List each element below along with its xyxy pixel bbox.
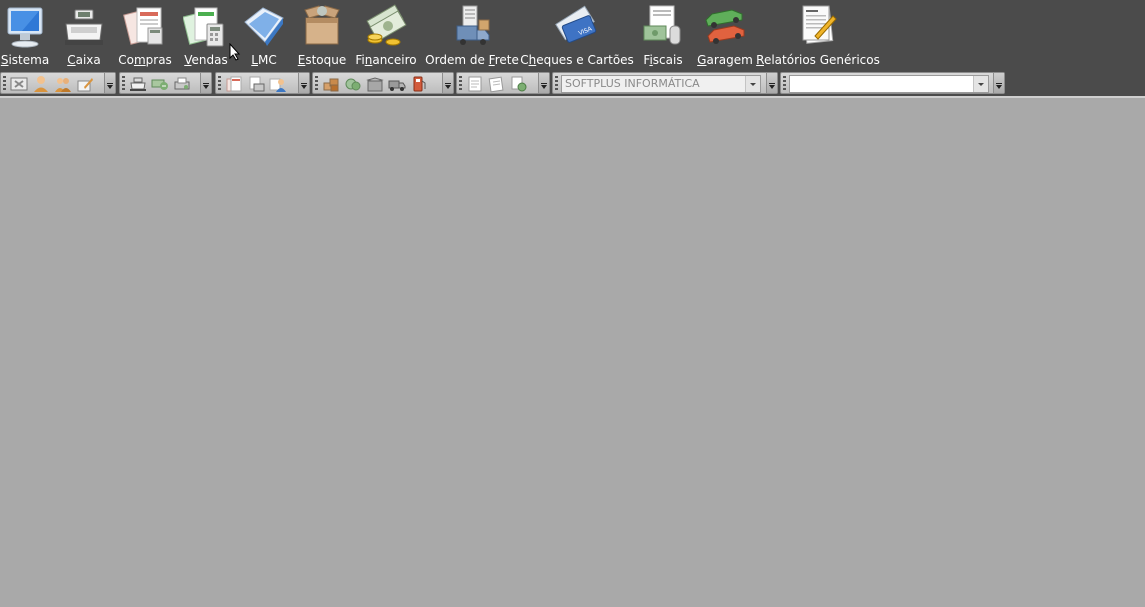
products-boxes-icon[interactable] — [322, 75, 340, 93]
fuel-pump-icon[interactable] — [410, 75, 428, 93]
menu-item-label: Financeiro — [355, 53, 417, 67]
menu-item-caixa[interactable]: Caixa — [62, 0, 106, 70]
cash-register-icon[interactable] — [129, 75, 147, 93]
toolbar-group-reports — [456, 72, 550, 94]
menu-item-label: Cheques e Cartões — [520, 53, 634, 67]
menu-item-label: Sistema — [0, 53, 50, 67]
search-select[interactable] — [789, 75, 989, 93]
company-select-value: SOFTPLUS INFORMÁTICA — [565, 77, 700, 90]
menu-item-vendas[interactable]: Vendas — [182, 0, 229, 70]
company-select[interactable]: SOFTPLUS INFORMÁTICA — [561, 75, 761, 93]
toolbar-grip[interactable] — [555, 76, 558, 92]
menu-item-label: Vendas — [184, 53, 228, 67]
toolbar-group-search — [780, 72, 1005, 94]
toolbar-group-stock — [312, 72, 454, 94]
toolbar-overflow-button[interactable] — [993, 73, 1004, 93]
garage-cars-icon — [702, 2, 748, 50]
toolbar-group-company: SOFTPLUS INFORMÁTICA — [552, 72, 778, 94]
menu-item-financeiro[interactable]: Financeiro — [355, 0, 417, 70]
toolbar-group-documents — [215, 72, 310, 94]
menu-item-estoque[interactable]: Estoque — [297, 0, 347, 70]
user-icon[interactable] — [32, 75, 50, 93]
toolbar-overflow-button[interactable] — [442, 73, 453, 93]
freight-truck-icon — [449, 2, 495, 50]
menu-item-relatorios-genericos[interactable]: Relatórios Genéricos — [756, 0, 880, 70]
main-menu-bar: Sistema Caixa Compras Vendas LMC Estoque… — [0, 0, 1145, 70]
sales-calculator-icon — [182, 2, 229, 50]
user-edit-icon[interactable] — [76, 75, 94, 93]
menu-item-label: LMC — [251, 53, 277, 67]
menu-item-label: Ordem de Frete — [425, 53, 519, 67]
menu-item-lmc[interactable]: LMC — [241, 0, 287, 70]
toolbar-grip[interactable] — [315, 76, 318, 92]
toolbar-grip[interactable] — [122, 76, 125, 92]
toolbar-group-users — [0, 72, 116, 94]
chevron-down-icon[interactable] — [745, 76, 760, 92]
money-exchange-icon[interactable] — [151, 75, 169, 93]
computer-monitor-icon — [2, 2, 48, 50]
menu-item-label: Estoque — [297, 53, 347, 67]
toolbar-overflow-button[interactable] — [538, 73, 549, 93]
menu-item-compras[interactable]: Compras — [118, 0, 172, 70]
refresh-settings-icon[interactable] — [510, 75, 528, 93]
printer-icon[interactable] — [173, 75, 191, 93]
reports-document-icon — [795, 2, 841, 50]
menu-item-sistema[interactable]: Sistema — [1, 0, 49, 70]
toolbar-grip[interactable] — [459, 76, 462, 92]
mouse-cursor-icon — [229, 42, 241, 61]
toolbar-strip: SOFTPLUS INFORMÁTICA — [0, 70, 1145, 96]
credit-card-icon: VISA — [554, 2, 600, 50]
toolbar-overflow-button[interactable] — [104, 73, 115, 93]
menu-item-garagem[interactable]: Garagem — [697, 0, 753, 70]
menu-item-label: Garagem — [697, 53, 753, 67]
menu-item-fiscais[interactable]: Fiscais — [640, 0, 686, 70]
menu-item-cheques-e-cartoes[interactable]: VISA Cheques e Cartões — [520, 0, 634, 70]
lmc-book-icon — [241, 2, 287, 50]
toolbar-grip[interactable] — [3, 76, 6, 92]
toolbar-overflow-button[interactable] — [298, 73, 309, 93]
toolbar-overflow-button[interactable] — [766, 73, 777, 93]
money-coins-icon — [363, 2, 409, 50]
toolbar-overflow-button[interactable] — [200, 73, 211, 93]
toolbar-group-cash — [119, 72, 212, 94]
close-window-icon[interactable] — [10, 75, 28, 93]
print-document-icon[interactable] — [247, 75, 265, 93]
menu-item-label: Caixa — [67, 53, 101, 67]
purchase-document-icon[interactable] — [225, 75, 243, 93]
toolbar-grip[interactable] — [783, 76, 786, 92]
cash-register-icon — [61, 2, 107, 50]
report-document-icon[interactable] — [488, 75, 506, 93]
chevron-down-icon[interactable] — [973, 76, 988, 92]
stock-box-icon — [299, 2, 345, 50]
menu-item-label: Compras — [118, 53, 172, 67]
mdi-workspace — [0, 98, 1145, 607]
purchase-documents-icon — [122, 2, 168, 50]
users-icon[interactable] — [54, 75, 72, 93]
menu-item-ordem-de-frete[interactable]: Ordem de Frete — [425, 0, 519, 70]
menu-item-label: Relatórios Genéricos — [756, 53, 880, 67]
fiscal-documents-icon — [640, 2, 686, 50]
stock-box-icon[interactable] — [366, 75, 384, 93]
toolbar-grip[interactable] — [218, 76, 221, 92]
truck-icon[interactable] — [388, 75, 406, 93]
menu-item-label: Fiscais — [643, 53, 683, 67]
money-coins-icon[interactable] — [344, 75, 362, 93]
notes-document-icon[interactable] — [466, 75, 484, 93]
customer-icon[interactable] — [269, 75, 287, 93]
